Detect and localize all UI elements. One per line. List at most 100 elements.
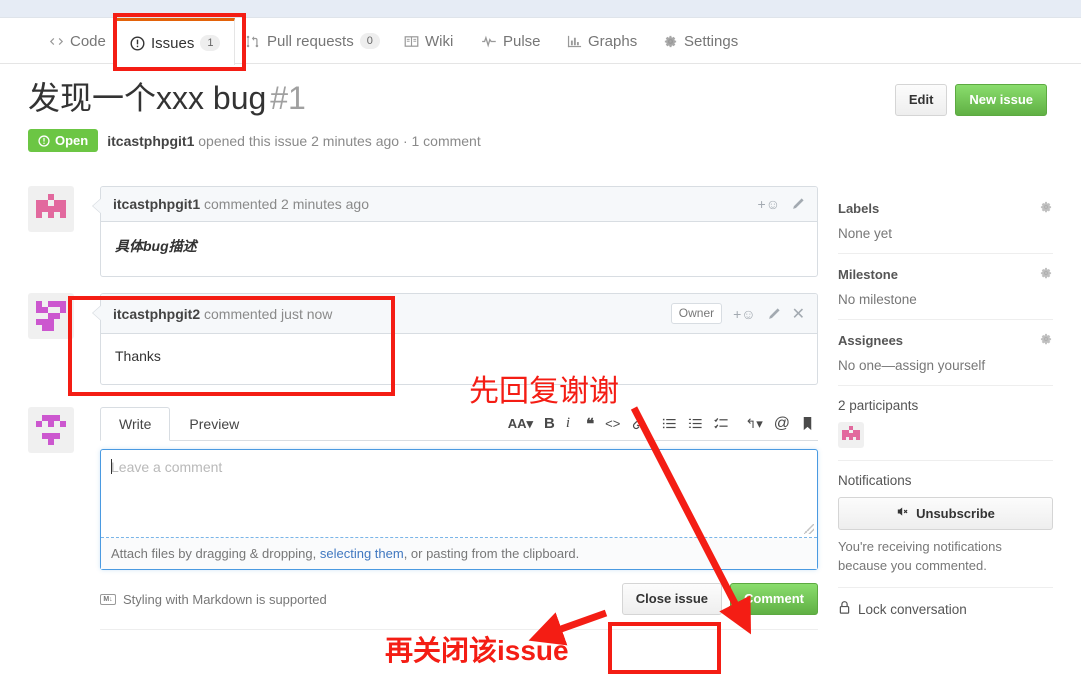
issue-meta-text: itcastphpgit1 opened this issue 2 minute…: [107, 133, 481, 149]
nav-label-settings: Settings: [684, 32, 739, 50]
comment-textarea[interactable]: Leave a comment: [101, 450, 817, 538]
edit-comment-icon[interactable]: [791, 197, 805, 211]
issue-meta-rest: opened this issue 2 minutes ago · 1 comm…: [194, 132, 481, 149]
sidebar-section-participants: 2 participants: [838, 398, 1053, 461]
issue-timeline: itcastphpgit1 commented 2 minutes ago +☺…: [28, 186, 818, 642]
add-reaction-icon[interactable]: +☺: [758, 196, 780, 212]
labels-value: None yet: [838, 226, 893, 241]
identicon-participant: [842, 426, 860, 444]
comment-textarea-wrapper[interactable]: Leave a comment Attach files by dragging…: [100, 449, 818, 570]
comment-body: Thanks: [115, 348, 161, 364]
markdown-icon: M↓: [100, 593, 116, 605]
bookmark-icon[interactable]: [801, 416, 814, 431]
tab-write[interactable]: Write: [100, 407, 171, 441]
quote-icon[interactable]: ❝: [586, 415, 594, 433]
participant-avatar[interactable]: [838, 422, 864, 448]
nav-item-pulse[interactable]: Pulse: [467, 18, 555, 64]
nav-item-issues[interactable]: Issues 1: [114, 18, 236, 65]
editor-footer-buttons: Close issue Comment: [621, 583, 818, 615]
identicon-itcastphpgit2: [36, 301, 66, 331]
nav-label-pull-requests: Pull requests: [267, 32, 354, 50]
comment-header: itcastphpgit2 commented just now Owner +…: [101, 294, 817, 334]
assignees-title: Assignees: [838, 333, 904, 348]
markdown-support-note: M↓ Styling with Markdown is supported: [100, 592, 327, 607]
issue-opened-icon: [129, 35, 145, 51]
add-reaction-icon[interactable]: +☺: [733, 306, 755, 322]
close-issue-button[interactable]: Close issue: [621, 583, 723, 615]
reply-icon[interactable]: ↰▾: [745, 416, 762, 432]
edit-button[interactable]: Edit: [894, 84, 948, 116]
nav-item-wiki[interactable]: Wiki: [389, 18, 467, 64]
owner-badge: Owner: [670, 303, 723, 324]
ordered-list-icon[interactable]: [688, 416, 703, 431]
pulse-icon: [481, 33, 497, 49]
unsubscribe-button[interactable]: Unsubscribe: [838, 497, 1053, 530]
gear-icon[interactable]: [1039, 332, 1053, 349]
gear-icon[interactable]: [1039, 200, 1053, 217]
nav-item-pull-requests[interactable]: Pull requests 0: [231, 18, 394, 64]
link-icon[interactable]: [631, 416, 646, 431]
task-list-icon[interactable]: [714, 416, 729, 431]
gear-icon[interactable]: [1039, 266, 1053, 283]
lock-conversation-row[interactable]: Lock conversation: [838, 600, 1053, 618]
milestone-title: Milestone: [838, 267, 898, 282]
comment-header-actions: +☺: [758, 196, 805, 212]
close-icon[interactable]: ✕: [792, 304, 805, 324]
timeline-comment-2: itcastphpgit2 commented just now Owner +…: [28, 293, 818, 385]
nav-item-code[interactable]: Code: [34, 18, 120, 64]
git-pull-request-icon: [245, 33, 261, 49]
selecting-them-link[interactable]: selecting them: [320, 546, 404, 561]
nav-count-pull-requests: 0: [359, 33, 380, 49]
labels-title: Labels: [838, 201, 880, 216]
toolbar-group-misc: ↰▾ @: [745, 415, 814, 433]
new-issue-button[interactable]: New issue: [955, 84, 1047, 116]
sidebar-section-lock: Lock conversation: [838, 600, 1053, 630]
browser-chrome-strip: [0, 0, 1081, 18]
avatar[interactable]: [28, 293, 74, 339]
assignees-value[interactable]: No one—assign yourself: [838, 358, 1053, 373]
participants-title: 2 participants: [838, 398, 919, 413]
avatar[interactable]: [28, 407, 74, 453]
unsubscribe-label: Unsubscribe: [916, 505, 995, 521]
labels-header: Labels: [838, 200, 1053, 217]
code-icon[interactable]: <>: [605, 416, 620, 431]
comment-button[interactable]: Comment: [730, 583, 818, 615]
nav-item-settings[interactable]: Settings: [648, 18, 752, 64]
comment-author: itcastphpgit1: [113, 196, 201, 212]
issue-sidebar: Labels None yet Milestone No milestone A…: [838, 200, 1053, 642]
issue-author: itcastphpgit1: [107, 132, 195, 149]
attach-text-pre: Attach files by dragging & dropping,: [111, 546, 320, 561]
lock-label: Lock conversation: [858, 601, 967, 617]
italic-icon[interactable]: i: [566, 415, 570, 432]
mention-icon[interactable]: @: [774, 415, 790, 433]
sidebar-section-milestone: Milestone No milestone: [838, 266, 1053, 320]
book-icon: [403, 33, 419, 49]
editor-footer: M↓ Styling with Markdown is supported Cl…: [100, 583, 818, 630]
toolbar-group-text: AA▾ B i: [508, 415, 570, 432]
bold-icon[interactable]: B: [544, 415, 555, 432]
page-title: 发现一个xxx bug #1: [28, 78, 306, 118]
avatar[interactable]: [28, 186, 74, 232]
comment-editor: Write Preview AA▾ B i ❝ <> ↰▾ @ Leave a …: [100, 407, 818, 630]
issue-header-actions: Edit New issue: [894, 84, 1047, 116]
attach-files-hint: Attach files by dragging & dropping, sel…: [101, 538, 817, 569]
issue-opened-small-icon: [38, 134, 50, 147]
issue-number: #1: [270, 80, 306, 116]
edit-comment-icon[interactable]: [767, 307, 781, 321]
nav-label-pulse: Pulse: [503, 32, 541, 50]
resize-grip[interactable]: [804, 524, 814, 534]
comment-header: itcastphpgit1 commented 2 minutes ago +☺: [101, 187, 817, 222]
timeline-comment-1: itcastphpgit1 commented 2 minutes ago +☺…: [28, 186, 818, 277]
unordered-list-icon[interactable]: [662, 416, 677, 431]
nav-item-graphs[interactable]: Graphs: [552, 18, 651, 64]
milestone-header: Milestone: [838, 266, 1053, 283]
gear-icon: [662, 33, 678, 49]
status-badge: Open: [28, 129, 99, 152]
heading-icon[interactable]: AA▾: [508, 416, 533, 432]
sidebar-section-assignees: Assignees No one—assign yourself: [838, 332, 1053, 386]
identicon-current-user: [36, 415, 66, 445]
tab-preview[interactable]: Preview: [170, 407, 258, 441]
annotation-text-reply: 先回复谢谢: [469, 375, 619, 408]
comment-action: commented just now: [200, 305, 333, 322]
toolbar-group-insert: ❝ <>: [586, 415, 646, 433]
